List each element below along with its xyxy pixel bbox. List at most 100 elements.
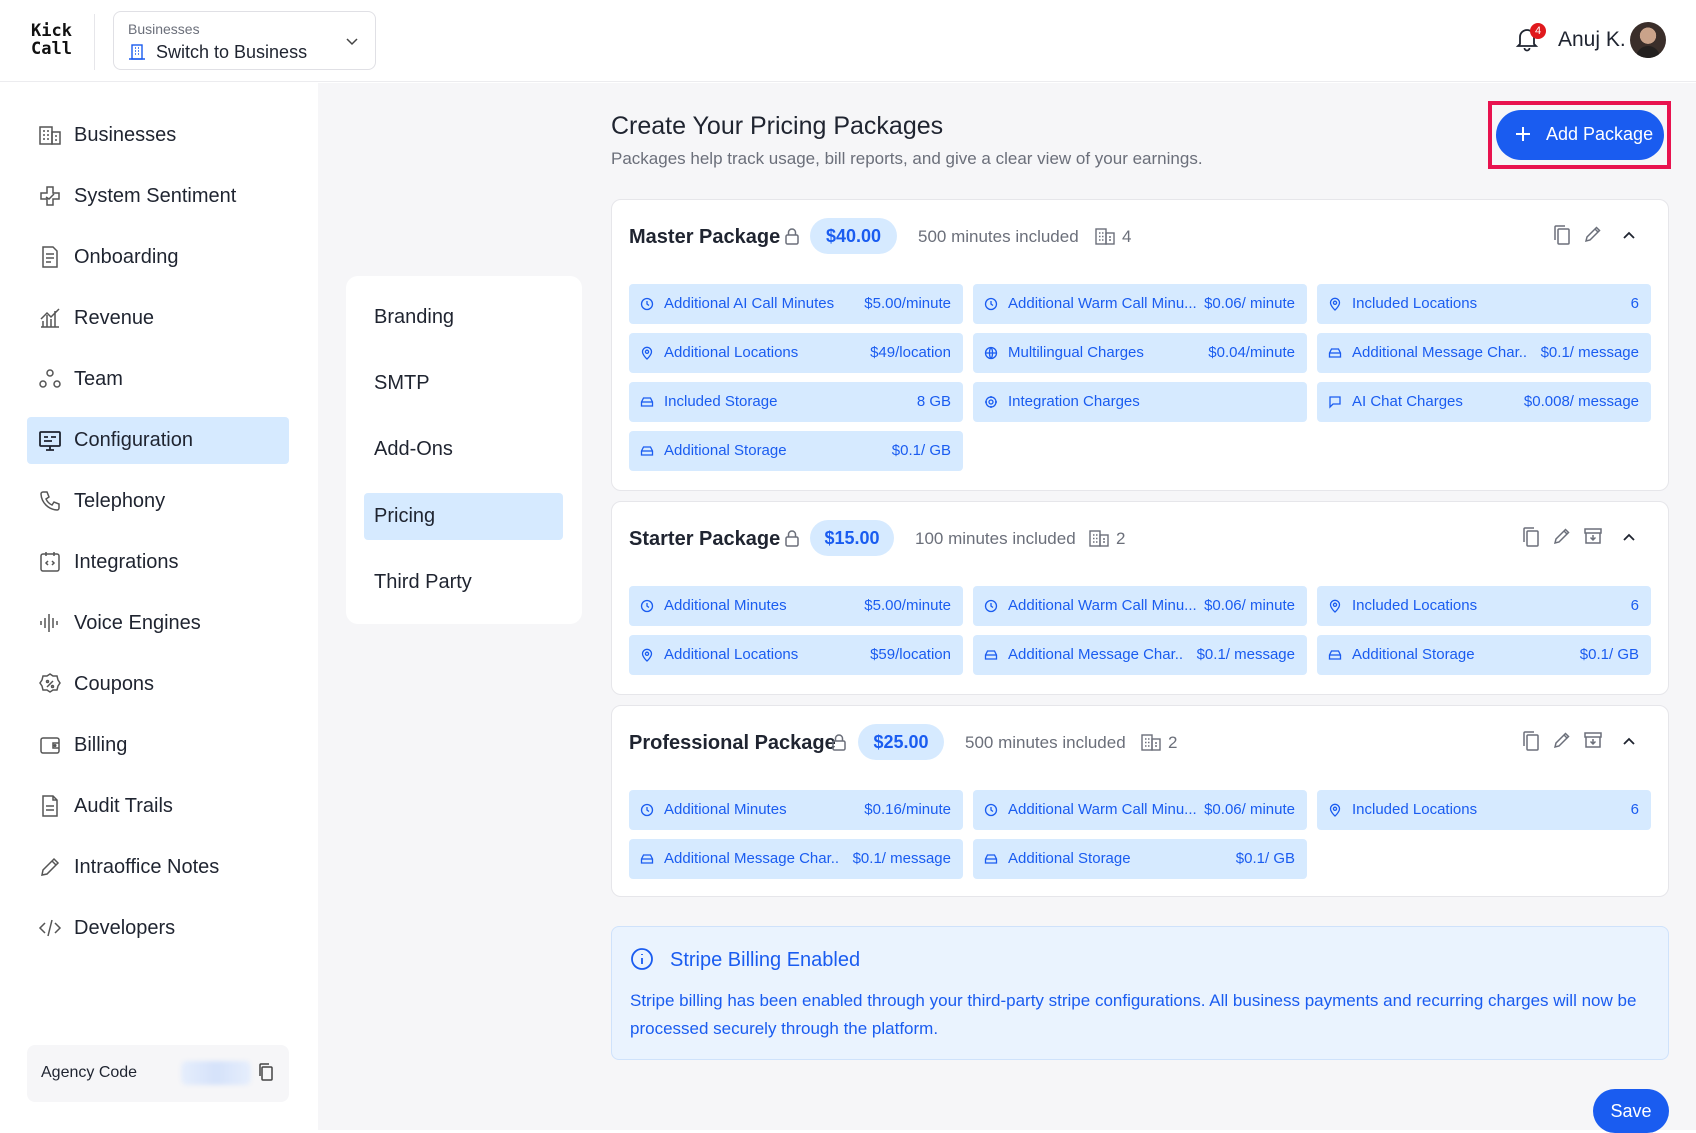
subnav-item-add-ons[interactable]: Add-Ons [364,426,563,473]
business-switcher[interactable]: Businesses Switch to Business [113,11,376,70]
pricing-item-tile[interactable]: Included Locations 6 [1317,586,1651,626]
document-icon [38,245,62,269]
archive-icon[interactable] [1583,730,1603,750]
notification-badge: 4 [1530,23,1546,39]
pricing-item-tile[interactable]: Additional Storage $0.1/ GB [973,839,1307,879]
team-icon [38,367,62,391]
sidebar-item-developers[interactable]: Developers [27,905,289,952]
edit-icon[interactable] [1583,224,1603,244]
subnav-item-pricing[interactable]: Pricing [364,493,563,540]
lock-icon [784,529,800,547]
pricing-item-tile[interactable]: Additional Message Char.. $0.1/ message [973,635,1307,675]
pricing-item-name: Additional Minutes [664,801,787,818]
phone-icon [38,489,62,513]
pricing-item-tile[interactable]: Additional Minutes $5.00/minute [629,586,963,626]
pricing-item-tile[interactable]: Additional AI Call Minutes $5.00/minute [629,284,963,324]
pricing-item-name: Additional Warm Call Minu... [1008,801,1197,818]
pricing-item-tile[interactable]: Additional Message Char.. $0.1/ message [1317,333,1651,373]
sidebar-item-billing[interactable]: Billing [27,722,289,769]
kickcall-logo[interactable]: Kick Call [31,22,72,58]
sidebar-item-revenue[interactable]: Revenue [27,295,289,342]
sidebar-item-label: Businesses [74,124,177,146]
subnav-item-third-party[interactable]: Third Party [364,559,563,606]
pricing-item-tile[interactable]: Additional Storage $0.1/ GB [1317,635,1651,675]
copy-icon[interactable] [1521,526,1541,548]
archive-icon[interactable] [1583,526,1603,546]
sidebar-item-coupons[interactable]: Coupons [27,661,289,708]
pricing-item-name: Included Storage [664,393,778,410]
edit-icon[interactable] [1552,526,1572,546]
business-count: 4 [1122,227,1132,246]
save-button[interactable]: Save [1593,1089,1669,1133]
sidebar-item-onboarding[interactable]: Onboarding [27,234,289,281]
pricing-item-tile[interactable]: Additional Storage $0.1/ GB [629,431,963,471]
sidebar-item-label: Audit Trails [74,795,173,817]
add-package-button[interactable]: Add Package [1496,110,1664,160]
sidebar: Businesses System Sentiment Onboarding R… [0,83,318,1130]
sidebar-item-label: Configuration [74,429,193,451]
pricing-item-value: $0.1/ GB [1579,646,1639,663]
subnav-item-smtp[interactable]: SMTP [364,360,563,407]
pricing-item-tile[interactable]: Additional Warm Call Minu... $0.06/ minut… [973,586,1307,626]
sidebar-item-integrations[interactable]: Integrations [27,539,289,586]
pricing-item-name: Additional AI Call Minutes [664,295,835,312]
copy-icon[interactable] [256,1062,276,1082]
subnav-item-label: Third Party [374,571,472,593]
wallet-icon [38,733,62,757]
sidebar-item-voice-engines[interactable]: Voice Engines [27,600,289,647]
business-count: 2 [1168,733,1178,752]
location-pin-icon [640,346,654,360]
package-name: Professional Package [629,732,836,754]
pricing-item-tile[interactable]: Additional Warm Call Minu... $0.06/ minut… [973,790,1307,830]
top-bar: Kick Call Businesses Switch to Business … [0,0,1696,82]
sidebar-item-businesses[interactable]: Businesses [27,112,289,159]
globe-icon [984,346,998,360]
copy-icon[interactable] [1552,224,1572,246]
edit-icon[interactable] [1552,730,1572,750]
sidebar-item-configuration[interactable]: Configuration [27,417,289,464]
stripe-billing-notice: Stripe Billing Enabled Stripe billing ha… [611,926,1669,1060]
pricing-item-tile[interactable]: Additional Message Char.. $0.1/ message [629,839,963,879]
pricing-item-name: Additional Warm Call Minu... [1008,295,1197,312]
pricing-item-tile[interactable]: Included Locations 6 [1317,284,1651,324]
pricing-item-tile[interactable]: AI Chat Charges $0.008/ message [1317,382,1651,422]
collapse-chevron-icon[interactable] [1621,733,1637,749]
pricing-item-tile[interactable]: Additional Warm Call Minu... $0.06/ minut… [973,284,1307,324]
pricing-item-tile[interactable]: Additional Minutes $0.16/minute [629,790,963,830]
avatar[interactable] [1630,22,1666,58]
user-name[interactable]: Anuj K. [1558,28,1626,52]
sidebar-item-intraoffice-notes[interactable]: Intraoffice Notes [27,844,289,891]
package-card: Starter Package $15.00 100 minutes include… [611,501,1669,695]
pricing-item-tile[interactable]: Included Locations 6 [1317,790,1651,830]
collapse-chevron-icon[interactable] [1621,529,1637,545]
pricing-item-tile[interactable]: Integration Charges [973,382,1307,422]
location-pin-icon [1328,599,1342,613]
pricing-item-name: Additional Message Char.. [1008,646,1184,663]
pricing-item-tile[interactable]: Multilingual Charges $0.04/minute [973,333,1307,373]
package-price-badge: $15.00 [810,520,894,556]
pencil-icon [38,855,62,879]
pricing-item-name: Additional Minutes [664,597,787,614]
info-icon [630,947,654,971]
copy-icon[interactable] [1521,730,1541,752]
pricing-item-value: 6 [1630,597,1639,614]
pricing-item-tile[interactable]: Included Storage 8 GB [629,382,963,422]
sidebar-item-label: Team [74,368,123,390]
pricing-item-tile[interactable]: Additional Locations $49/location [629,333,963,373]
sidebar-item-telephony[interactable]: Telephony [27,478,289,525]
pricing-item-tile[interactable]: Additional Locations $59/location [629,635,963,675]
sidebar-item-label: System Sentiment [74,185,237,207]
pricing-item-name: Additional Storage [1352,646,1475,663]
package-minutes: 500 minutes included [965,733,1126,752]
sidebar-item-team[interactable]: Team [27,356,289,403]
package-price-badge: $25.00 [858,724,944,760]
sidebar-item-system-sentiment[interactable]: System Sentiment [27,173,289,220]
configuration-subnav: Branding SMTP Add-Ons Pricing Third Part… [346,276,582,624]
integrations-icon [38,550,62,574]
collapse-chevron-icon[interactable] [1621,227,1637,243]
subnav-item-branding[interactable]: Branding [364,294,563,341]
building-icon [1095,227,1115,245]
sidebar-item-audit-trails[interactable]: Audit Trails [27,783,289,830]
location-pin-icon [1328,803,1342,817]
chevron-down-icon [345,34,359,48]
